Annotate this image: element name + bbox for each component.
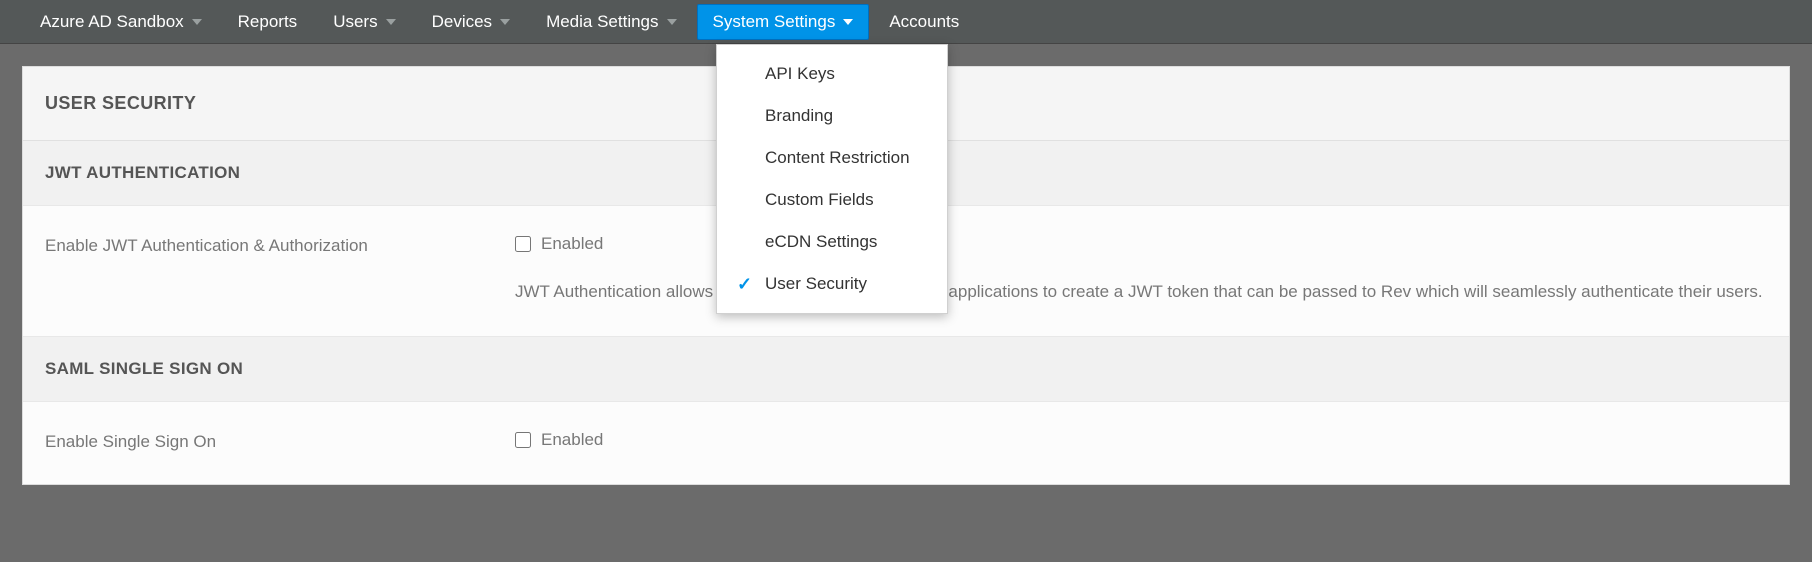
- jwt-help-text: JWT Authentication allows 3rd party deve…: [515, 280, 1767, 304]
- dropdown-label: eCDN Settings: [765, 232, 877, 252]
- caret-down-icon: [843, 19, 853, 25]
- nav-users[interactable]: Users: [317, 4, 411, 40]
- jwt-control-col: Enabled JWT Authentication allows 3rd pa…: [515, 234, 1767, 304]
- nav-label: System Settings: [713, 12, 836, 32]
- saml-heading: SAML SINGLE SIGN ON: [23, 337, 1789, 402]
- nav-label: Reports: [238, 12, 298, 32]
- caret-down-icon: [192, 19, 202, 25]
- nav-label: Azure AD Sandbox: [40, 12, 184, 32]
- nav-label: Devices: [432, 12, 492, 32]
- dropdown-label: Branding: [765, 106, 833, 126]
- caret-down-icon: [500, 19, 510, 25]
- dropdown-label: Content Restriction: [765, 148, 910, 168]
- jwt-checkbox-line: Enabled: [515, 234, 1767, 254]
- saml-checkbox-line: Enabled: [515, 430, 1767, 450]
- dropdown-label: API Keys: [765, 64, 835, 84]
- system-settings-dropdown: API Keys Branding Content Restriction Cu…: [716, 44, 948, 314]
- dropdown-label: User Security: [765, 274, 867, 294]
- dropdown-item-content-restriction[interactable]: Content Restriction: [717, 137, 947, 179]
- nav-label: Accounts: [889, 12, 959, 32]
- nav-label: Users: [333, 12, 377, 32]
- saml-enable-row: Enable Single Sign On Enabled: [45, 430, 1767, 452]
- top-nav: Azure AD Sandbox Reports Users Devices M…: [0, 0, 1812, 44]
- nav-accounts[interactable]: Accounts: [873, 4, 975, 40]
- dropdown-item-api-keys[interactable]: API Keys: [717, 53, 947, 95]
- nav-azure-ad-sandbox[interactable]: Azure AD Sandbox: [24, 4, 218, 40]
- dropdown-item-custom-fields[interactable]: Custom Fields: [717, 179, 947, 221]
- jwt-checkbox-label: Enabled: [541, 234, 603, 254]
- saml-section-body: Enable Single Sign On Enabled: [23, 402, 1789, 484]
- nav-label: Media Settings: [546, 12, 658, 32]
- caret-down-icon: [667, 19, 677, 25]
- jwt-row-label: Enable JWT Authentication & Authorizatio…: [45, 234, 515, 256]
- nav-reports[interactable]: Reports: [222, 4, 314, 40]
- saml-row-label: Enable Single Sign On: [45, 430, 515, 452]
- nav-devices[interactable]: Devices: [416, 4, 526, 40]
- nav-system-settings[interactable]: System Settings: [697, 4, 870, 40]
- check-icon: ✓: [737, 274, 752, 295]
- caret-down-icon: [386, 19, 396, 25]
- dropdown-item-branding[interactable]: Branding: [717, 95, 947, 137]
- dropdown-item-user-security[interactable]: ✓ User Security: [717, 263, 947, 305]
- saml-control-col: Enabled: [515, 430, 1767, 450]
- saml-enabled-checkbox[interactable]: [515, 432, 531, 448]
- nav-media-settings[interactable]: Media Settings: [530, 4, 692, 40]
- jwt-enabled-checkbox[interactable]: [515, 236, 531, 252]
- saml-checkbox-label: Enabled: [541, 430, 603, 450]
- dropdown-item-ecdn-settings[interactable]: eCDN Settings: [717, 221, 947, 263]
- dropdown-label: Custom Fields: [765, 190, 874, 210]
